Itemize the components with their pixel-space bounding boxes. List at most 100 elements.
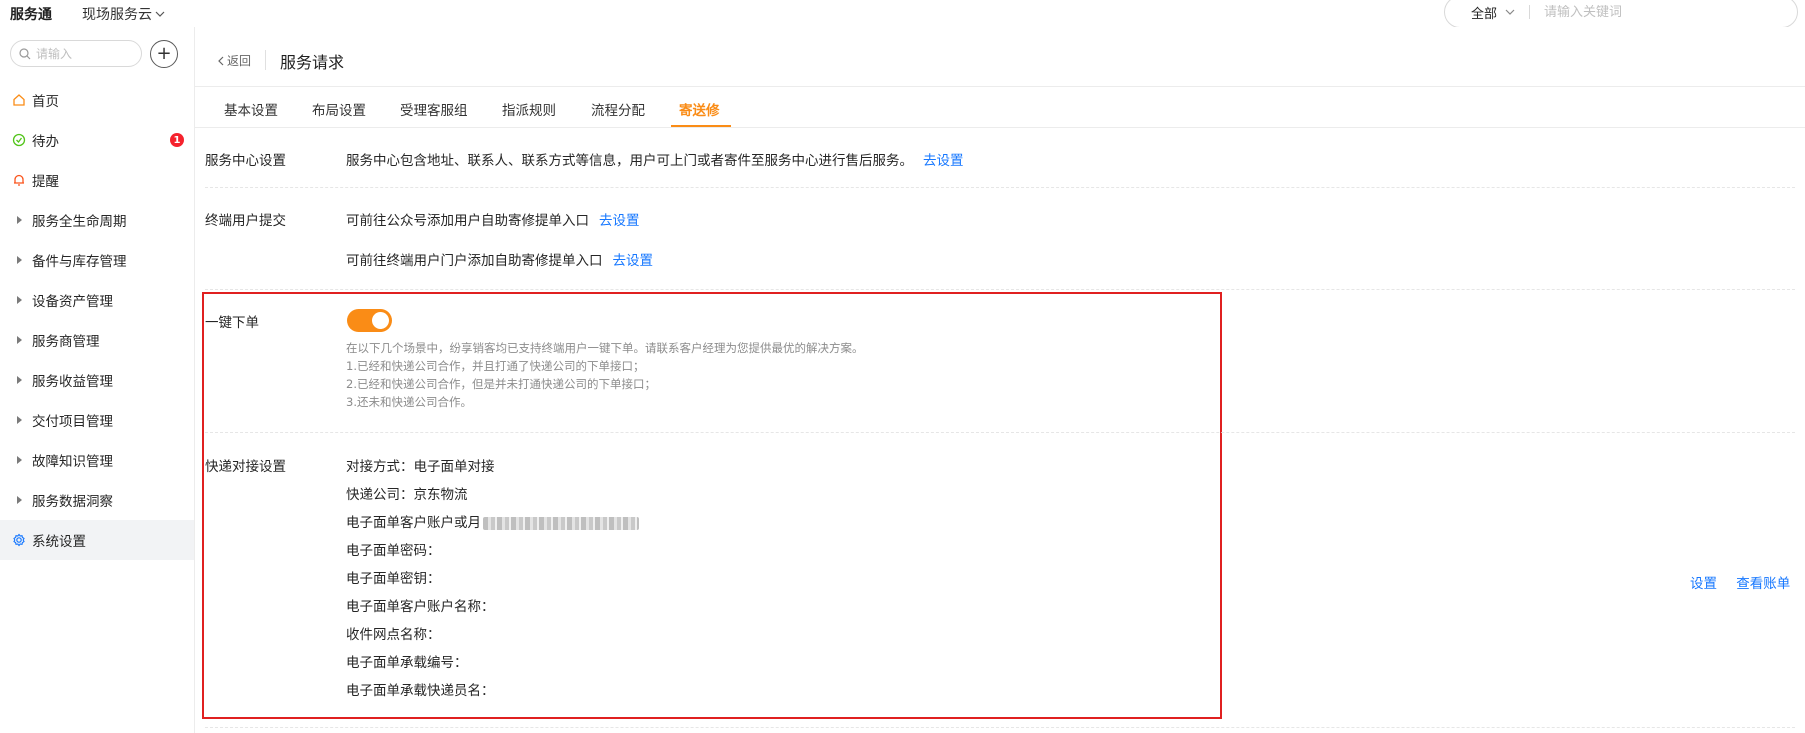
express-field: 电子面单承载编号：: [346, 655, 468, 671]
sidebar-item-service-revenue[interactable]: 服务收益管理: [0, 360, 194, 400]
express-settings-label: 快递对接设置: [205, 459, 286, 475]
portal-entry-setup-link[interactable]: 去设置: [613, 253, 654, 269]
service-center-label: 服务中心设置: [205, 153, 286, 169]
tab-active-indicator: [671, 125, 731, 127]
official-account-text: 可前往公众号添加用户自助寄修提单入口: [346, 213, 589, 229]
back-label: 返回: [227, 54, 252, 68]
caret-right-icon: [10, 216, 28, 224]
service-center-setup-link[interactable]: 去设置: [923, 153, 964, 169]
description-line: 1.已经和快递公司合作，并且打通了快递公司的下单接口；: [346, 359, 645, 373]
sidebar-item-label: 提醒: [32, 174, 59, 190]
top-bar: 服务通 现场服务云 全部: [0, 0, 1805, 28]
sidebar-item-label: 服务数据洞察: [32, 494, 113, 510]
sidebar-item-reminder[interactable]: 提醒: [0, 160, 194, 200]
express-field: 对接方式：电子面单对接: [346, 459, 495, 475]
express-field: 电子面单密码：: [346, 543, 441, 559]
bell-icon: [10, 173, 28, 187]
express-field: 电子面单承载快递员名：: [346, 683, 495, 699]
sidebar-item-service-lifecycle[interactable]: 服务全生命周期: [0, 200, 194, 240]
sidebar-item-label: 服务收益管理: [32, 374, 113, 390]
global-search-input[interactable]: [1544, 4, 1764, 20]
redacted-value: [483, 516, 639, 530]
service-center-text: 服务中心包含地址、联系人、联系方式等信息，用户可上门或者寄件至服务中心进行售后服…: [346, 153, 913, 169]
sidebar-item-data-insights[interactable]: 服务数据洞察: [0, 480, 194, 520]
chevron-left-icon: [218, 56, 224, 65]
chevron-down-icon: [155, 11, 165, 17]
tab-basic-settings[interactable]: 基本设置: [224, 99, 278, 119]
official-account-setup-link[interactable]: 去设置: [599, 213, 640, 229]
main-content: 返回 服务请求 基本设置 布局设置 受理客服组 指派规则 流程分配 寄送修 服务…: [195, 27, 1805, 733]
app-switcher[interactable]: 现场服务云: [82, 4, 165, 24]
view-bill-link[interactable]: 查看账单: [1736, 576, 1790, 592]
tab-mail-repair[interactable]: 寄送修: [679, 99, 720, 119]
sidebar-item-label: 待办: [32, 134, 59, 150]
one-click-order-label: 一键下单: [205, 315, 259, 331]
sidebar-item-service-providers[interactable]: 服务商管理: [0, 320, 194, 360]
brand-logo[interactable]: 服务通: [10, 4, 52, 24]
caret-right-icon: [10, 336, 28, 344]
sidebar-item-label: 服务全生命周期: [32, 214, 127, 230]
toggle-knob: [372, 312, 389, 329]
sidebar-item-home[interactable]: 首页: [0, 80, 194, 120]
search-scope-select[interactable]: 全部: [1445, 3, 1535, 22]
check-circle-icon: [10, 133, 28, 147]
express-settings-link[interactable]: 设置: [1690, 576, 1717, 592]
search-icon: [19, 47, 31, 59]
sidebar-item-label: 首页: [32, 94, 59, 110]
caret-right-icon: [10, 496, 28, 504]
end-user-row-2: 可前往终端用户门户添加自助寄修提单入口 去设置: [346, 249, 653, 269]
sidebar-item-system-settings[interactable]: 系统设置: [0, 520, 194, 560]
end-user-label: 终端用户提交: [205, 213, 286, 229]
sidebar-menu: 首页 待办 1 提醒 服务全生命周期 备件与库存管理 设备资产管理 服务商管理: [0, 80, 194, 560]
divider: [205, 187, 1795, 188]
todo-count-badge: 1: [170, 133, 184, 147]
express-field: 电子面单客户账户或月: [346, 515, 481, 531]
sidebar-item-todo[interactable]: 待办 1: [0, 120, 194, 160]
express-field: 收件网点名称：: [346, 627, 441, 643]
express-account-row: 电子面单客户账户或月: [346, 511, 639, 531]
gear-icon: [10, 533, 28, 547]
sidebar-item-label: 系统设置: [32, 534, 86, 550]
tab-layout-settings[interactable]: 布局设置: [312, 99, 366, 119]
express-field: 快递公司：京东物流: [346, 487, 468, 503]
chevron-down-icon: [1505, 9, 1515, 15]
sidebar-item-label: 故障知识管理: [32, 454, 113, 470]
sidebar-item-label: 服务商管理: [32, 334, 100, 350]
add-button[interactable]: +: [150, 40, 178, 68]
sidebar-item-fault-knowledge[interactable]: 故障知识管理: [0, 440, 194, 480]
caret-right-icon: [10, 456, 28, 464]
tab-service-groups[interactable]: 受理客服组: [400, 99, 468, 119]
tab-assignment-rules[interactable]: 指派规则: [502, 99, 556, 119]
end-user-row-1: 可前往公众号添加用户自助寄修提单入口 去设置: [346, 209, 640, 229]
divider: [205, 727, 1795, 728]
sidebar-search-input[interactable]: [36, 46, 126, 61]
search-scope-label: 全部: [1471, 6, 1498, 22]
sidebar-item-label: 设备资产管理: [32, 294, 113, 310]
sidebar-item-delivery-projects[interactable]: 交付项目管理: [0, 400, 194, 440]
caret-right-icon: [10, 376, 28, 384]
portal-entry-text: 可前往终端用户门户添加自助寄修提单入口: [346, 253, 603, 269]
divider: [205, 432, 1795, 433]
one-click-order-toggle[interactable]: [347, 309, 392, 332]
sidebar: + 首页 待办 1 提醒 服务全生命周期 备件与库存管理 设备资产管理: [0, 27, 195, 733]
sidebar-item-label: 交付项目管理: [32, 414, 113, 430]
tab-process-allocation[interactable]: 流程分配: [591, 99, 645, 119]
page-header: 返回 服务请求: [195, 27, 1805, 87]
description-line: 2.已经和快递公司合作，但是并未打通快递公司的下单接口；: [346, 377, 656, 391]
express-field: 电子面单密钥：: [346, 571, 441, 587]
divider: [1529, 5, 1531, 19]
sidebar-item-device-assets[interactable]: 设备资产管理: [0, 280, 194, 320]
divider: [205, 289, 1795, 290]
one-click-description: 在以下几个场景中，纷享销客均已支持终端用户一键下单。请联系客户经理为您提供最优的…: [346, 339, 864, 411]
service-center-row: 服务中心包含地址、联系人、联系方式等信息，用户可上门或者寄件至服务中心进行售后服…: [346, 149, 964, 169]
express-field: 电子面单客户账户名称：: [346, 599, 495, 615]
caret-right-icon: [10, 416, 28, 424]
tab-bar: 基本设置 布局设置 受理客服组 指派规则 流程分配 寄送修: [195, 88, 1805, 128]
sidebar-search: [10, 40, 142, 67]
caret-right-icon: [10, 256, 28, 264]
sidebar-item-spare-parts[interactable]: 备件与库存管理: [0, 240, 194, 280]
caret-right-icon: [10, 296, 28, 304]
page-title: 服务请求: [280, 53, 345, 72]
back-button[interactable]: 返回: [217, 52, 251, 69]
description-line: 3.还未和快递公司合作。: [346, 395, 472, 409]
